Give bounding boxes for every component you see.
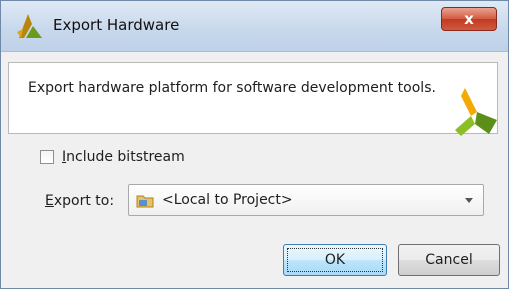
header-panel [8, 62, 498, 134]
ok-button[interactable]: OK [283, 244, 387, 276]
cancel-button-label: Cancel [425, 252, 473, 268]
chevron-down-icon[interactable] [465, 198, 473, 203]
window-title: Export Hardware [53, 16, 180, 34]
close-icon: x [464, 10, 474, 28]
vivado-logo-icon [455, 88, 497, 136]
dialog-description: Export hardware platform for software de… [28, 80, 436, 96]
export-to-select[interactable]: <Local to Project> [128, 184, 484, 216]
close-button[interactable]: x [441, 7, 497, 31]
cancel-button[interactable]: Cancel [398, 244, 500, 276]
export-to-label: Export to: [45, 193, 115, 209]
vivado-app-icon [17, 14, 42, 38]
title-bar[interactable]: Export Hardware x [1, 1, 508, 52]
export-to-value: <Local to Project> [162, 192, 293, 208]
folder-icon [136, 195, 154, 208]
include-bitstream-label[interactable]: Include bitstream [62, 149, 185, 165]
focus-ring [287, 248, 383, 272]
include-bitstream-checkbox[interactable] [40, 150, 54, 164]
